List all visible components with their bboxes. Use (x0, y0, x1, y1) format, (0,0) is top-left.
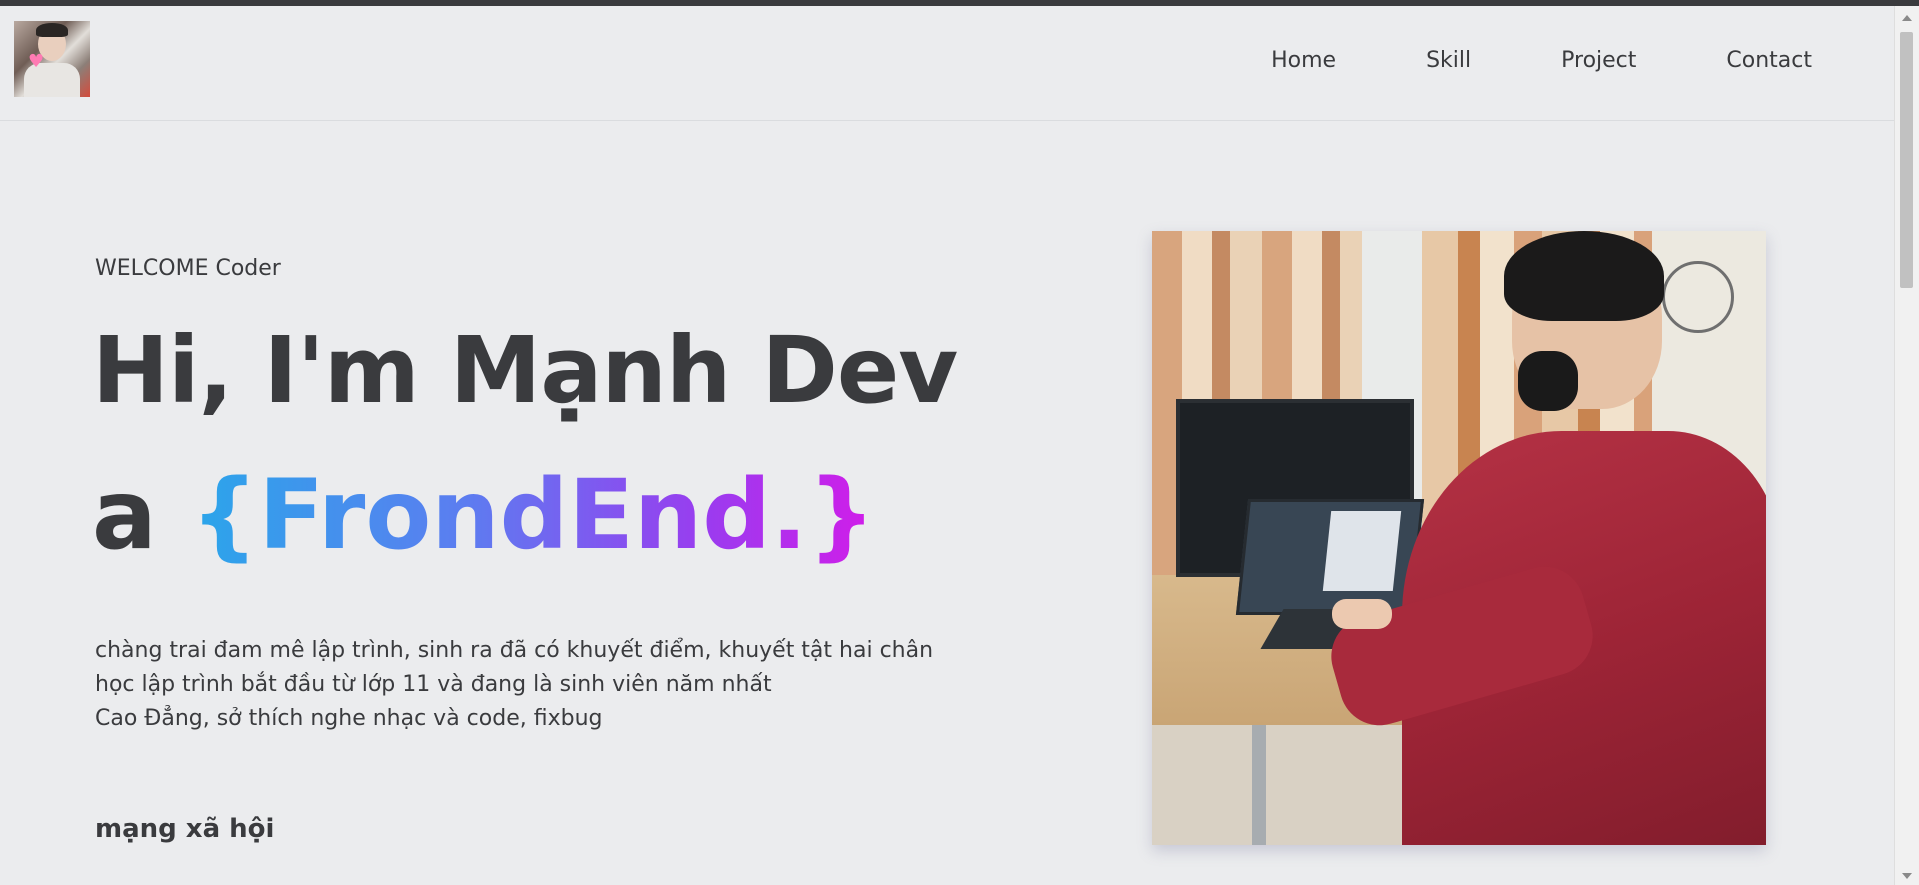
scroll-down-arrow-icon[interactable] (1902, 873, 1912, 879)
nav-project[interactable]: Project (1561, 48, 1636, 73)
photo-hair (1504, 231, 1664, 321)
hero-title-highlight: {FrondEnd.} (190, 459, 876, 571)
photo-hand (1332, 599, 1392, 629)
site-header: ♥ Home Skill Project Contact (0, 6, 1895, 121)
nav-home[interactable]: Home (1271, 48, 1336, 73)
hero-title-prefix: a (92, 459, 157, 571)
description-line: học lập trình bắt đầu từ lớp 11 và đang … (95, 672, 772, 697)
social-heading: mạng xã hội (95, 814, 275, 844)
main-nav: Home Skill Project Contact (1271, 48, 1812, 73)
photo-desk-leg (1252, 725, 1266, 845)
page-scrollbar[interactable] (1894, 6, 1919, 885)
photo-fan (1662, 261, 1734, 333)
hero-title-line1: Hi, I'm Mạnh Dev (92, 317, 958, 424)
nav-contact[interactable]: Contact (1726, 48, 1812, 73)
avatar-logo[interactable]: ♥ (14, 21, 90, 97)
photo-laptop-document (1322, 511, 1402, 591)
photo-mask (1518, 351, 1578, 411)
nav-skill[interactable]: Skill (1426, 48, 1471, 73)
welcome-text: WELCOME Coder (95, 256, 281, 281)
description-line: chàng trai đam mê lập trình, sinh ra đã … (95, 638, 934, 663)
description-line: Cao Đẳng, sở thích nghe nhạc và code, fi… (95, 706, 603, 731)
profile-photo (1152, 231, 1766, 845)
heart-icon: ♥ (28, 51, 45, 72)
hero-description: chàng trai đam mê lập trình, sinh ra đã … (95, 634, 933, 736)
scroll-up-arrow-icon[interactable] (1902, 15, 1912, 21)
scrollbar-thumb[interactable] (1900, 32, 1913, 288)
hero-title-line2: a {FrondEnd.} (92, 467, 876, 563)
logo-hair (36, 23, 68, 37)
